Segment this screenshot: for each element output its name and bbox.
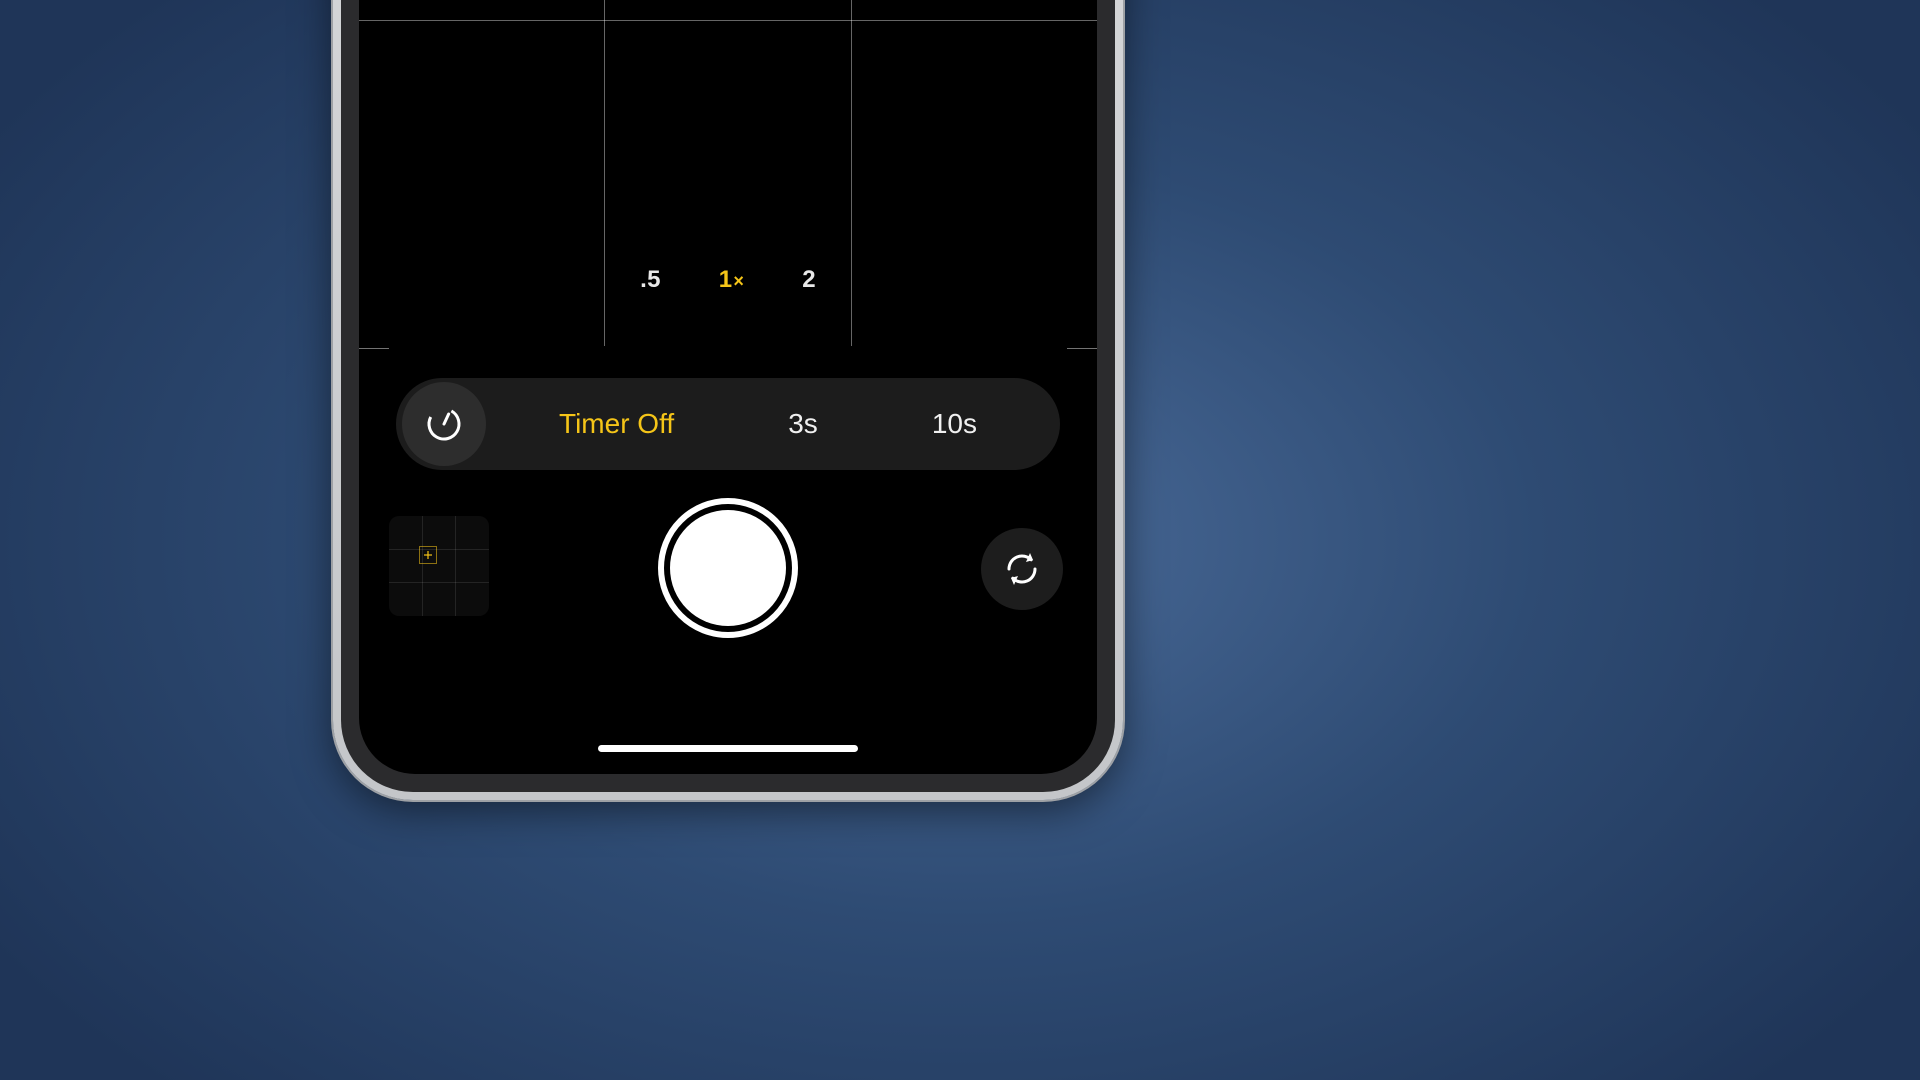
shutter-button[interactable] <box>658 498 798 638</box>
grid-line-horizontal <box>359 20 1097 21</box>
flip-camera-icon <box>1000 547 1044 591</box>
zoom-option-1x[interactable]: 1× <box>719 266 744 294</box>
timer-options: Timer Off 3s 10s <box>486 408 1060 440</box>
zoom-option-2x[interactable]: 2 <box>802 266 816 294</box>
zoom-x-suffix: × <box>733 271 744 291</box>
bottom-controls <box>359 496 1097 656</box>
timer-option-off[interactable]: Timer Off <box>559 408 674 440</box>
grid-line-vertical <box>604 0 605 346</box>
last-photo-thumbnail[interactable] <box>389 516 489 616</box>
timer-icon <box>424 404 464 444</box>
flip-camera-button[interactable] <box>981 528 1063 610</box>
timer-panel: Timer Off 3s 10s <box>396 378 1060 470</box>
phone-bezel: .5 1× 2 Timer Off <box>341 0 1115 792</box>
home-indicator[interactable] <box>598 745 858 752</box>
grid-line-vertical <box>851 0 852 346</box>
grid-line-segment <box>359 348 389 349</box>
timer-option-10s[interactable]: 10s <box>932 408 977 440</box>
timer-icon-button[interactable] <box>402 382 486 466</box>
focus-indicator-icon <box>419 546 437 564</box>
zoom-option-0_5x[interactable]: .5 <box>640 266 661 294</box>
zoom-selector[interactable]: .5 1× 2 <box>640 266 816 294</box>
timer-option-3s[interactable]: 3s <box>788 408 818 440</box>
grid-line-segment <box>1067 348 1097 349</box>
camera-screen: .5 1× 2 Timer Off <box>359 0 1097 774</box>
shutter-inner <box>670 510 786 626</box>
phone-frame: .5 1× 2 Timer Off <box>333 0 1123 800</box>
zoom-option-label: 1 <box>719 266 733 293</box>
